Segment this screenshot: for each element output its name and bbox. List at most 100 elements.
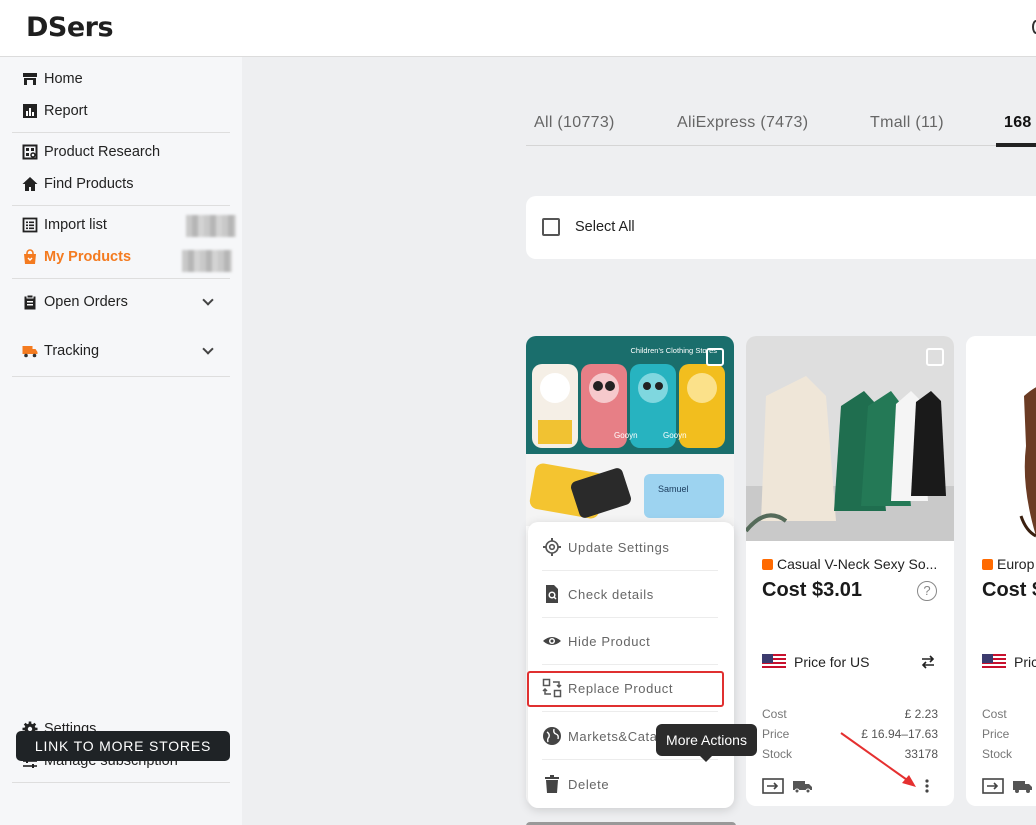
sidebar-item-home[interactable]: Home [22, 68, 83, 90]
tab-tmall[interactable]: Tmall (11) [870, 114, 944, 132]
svg-text:Gooyn: Gooyn [614, 431, 638, 440]
sidebar-item-product-research[interactable]: Product Research [22, 141, 160, 163]
menu-separator [542, 759, 718, 760]
more-actions-tooltip: More Actions [656, 724, 757, 762]
sidebar-divider [12, 782, 230, 783]
gear-outline-icon [543, 538, 561, 556]
more-actions-icon[interactable] [924, 778, 930, 794]
sidebar: Home Report Product Research Find Produc… [0, 57, 242, 825]
price-label: Price [982, 727, 1010, 741]
price-region-label: Price for US [794, 654, 870, 670]
product-card[interactable]: Europ Cost $ Pric Cost Price Stock [966, 336, 1036, 806]
tab-1688[interactable]: 168 [1004, 114, 1032, 132]
menu-item-check-details[interactable]: Check details [542, 582, 654, 606]
top-bar: DSers [0, 0, 1036, 57]
sidebar-item-label: Find Products [44, 176, 134, 192]
bag-icon [24, 249, 36, 264]
link-more-stores-button[interactable]: LINK TO MORE STORES [16, 731, 230, 761]
stock-label: Stock [762, 747, 793, 761]
menu-separator [542, 570, 718, 571]
menu-separator [542, 617, 718, 618]
menu-separator [542, 664, 718, 665]
app-logo[interactable]: DSers [26, 12, 114, 43]
more-actions-menu: Update Settings Check details Hide Produ… [528, 522, 734, 808]
product-select-checkbox[interactable] [706, 348, 724, 366]
us-flag-icon [762, 654, 786, 670]
cost-label: Cost [982, 707, 1007, 721]
list-icon [22, 217, 38, 233]
menu-separator [542, 711, 718, 712]
menu-item-delete[interactable]: Delete [542, 772, 609, 796]
product-image[interactable] [966, 336, 1036, 541]
select-all-label: Select All [575, 219, 635, 235]
tab-aliexpress[interactable]: AliExpress (7473) [677, 114, 808, 132]
house-icon [22, 177, 38, 191]
product-source-tabs: All (10773) AliExpress (7473) Tmall (11)… [526, 110, 1036, 147]
store-icon [23, 73, 37, 85]
sidebar-item-label: Product Research [44, 144, 161, 160]
sidebar-item-label: Home [44, 71, 83, 87]
globe-icon [543, 727, 561, 745]
source-1688-icon [982, 559, 993, 570]
clipboard-icon [24, 294, 36, 310]
sidebar-item-label: Import list [44, 217, 107, 233]
sidebar-divider [12, 132, 230, 133]
svg-text:Children's Clothing Stores: Children's Clothing Stores [631, 346, 718, 355]
bulk-action-bar: Select All [526, 196, 1036, 259]
shipping-truck-icon[interactable] [792, 778, 814, 794]
stock-label: Stock [982, 747, 1013, 761]
sidebar-item-tracking[interactable]: Tracking [22, 340, 230, 362]
product-image[interactable]: Children's Clothing Stores Gooyn Gooyn S… [526, 336, 734, 526]
source-1688-icon [762, 559, 773, 570]
research-icon [22, 144, 38, 160]
sidebar-divider [12, 376, 230, 377]
product-cost: Cost $ [982, 579, 1036, 601]
product-image[interactable] [746, 336, 954, 541]
cost-label: Cost [762, 707, 787, 721]
blurred-count-badge [182, 250, 232, 272]
active-tab-indicator [996, 143, 1036, 147]
switch-arrows-icon[interactable] [920, 654, 936, 670]
help-icon[interactable]: ? [917, 581, 937, 601]
trash-icon [545, 775, 559, 793]
sidebar-divider [12, 205, 230, 206]
blurred-count-badge [186, 215, 236, 237]
product-select-checkbox[interactable] [926, 348, 944, 366]
menu-item-hide-product[interactable]: Hide Product [542, 629, 650, 653]
product-cost: Cost $3.01 [762, 579, 863, 601]
top-right-icon[interactable] [1032, 20, 1036, 34]
price-label: Price [762, 727, 790, 741]
sidebar-item-label: Open Orders [44, 294, 128, 310]
menu-item-markets-catalog[interactable]: Markets&Cata [542, 724, 658, 748]
sidebar-item-open-orders[interactable]: Open Orders [22, 291, 230, 313]
chevron-down-icon[interactable] [202, 343, 214, 355]
sidebar-item-my-products[interactable]: My Products [22, 246, 131, 268]
price-region-label: Pric [1014, 654, 1036, 670]
sidebar-item-find-products[interactable]: Find Products [22, 173, 133, 195]
sidebar-item-import-list[interactable]: Import list [22, 214, 107, 236]
svg-text:Gooyn: Gooyn [663, 431, 687, 440]
sidebar-item-label: Report [44, 103, 88, 119]
us-flag-icon [982, 654, 1006, 670]
menu-item-update-settings[interactable]: Update Settings [542, 535, 670, 559]
product-title[interactable]: Europ [982, 556, 1034, 572]
sidebar-divider [12, 278, 230, 279]
sidebar-item-label: My Products [44, 249, 132, 265]
shipping-truck-icon[interactable] [1012, 778, 1034, 794]
document-search-icon [546, 585, 558, 603]
select-all-checkbox[interactable] [542, 218, 560, 236]
report-icon [23, 104, 37, 118]
push-to-store-icon[interactable] [762, 778, 784, 794]
annotation-arrow [840, 732, 916, 787]
sidebar-item-label: Tracking [44, 343, 100, 359]
chevron-down-icon[interactable] [202, 294, 214, 306]
eye-icon [543, 637, 561, 645]
product-title[interactable]: Casual V-Neck Sexy So... [762, 556, 937, 572]
replace-product-highlight [527, 671, 724, 707]
cost-value: £ 2.23 [904, 707, 938, 721]
sidebar-item-report[interactable]: Report [22, 100, 88, 122]
svg-text:Samuel: Samuel [658, 484, 689, 494]
truck-icon [22, 346, 38, 358]
push-to-store-icon[interactable] [982, 778, 1004, 794]
tab-all[interactable]: All (10773) [534, 114, 615, 132]
